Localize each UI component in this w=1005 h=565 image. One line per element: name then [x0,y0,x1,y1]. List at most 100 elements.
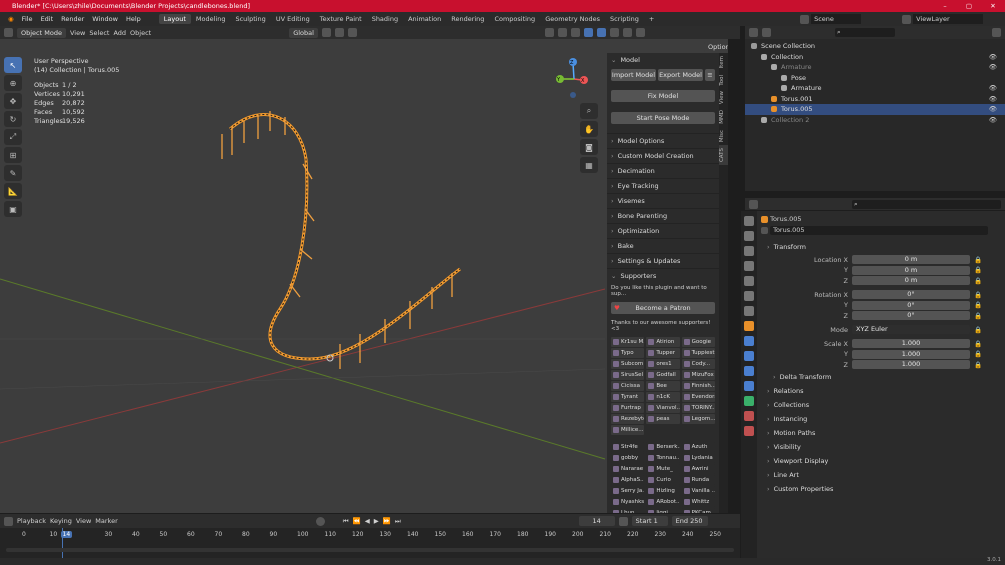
clock-icon[interactable] [618,516,628,526]
supporter-item[interactable]: n1cK [646,392,680,402]
world-tab-icon[interactable] [744,291,754,301]
tab-misc[interactable]: Misc [719,127,728,145]
perspective-toggle-icon[interactable]: ▦ [580,157,598,173]
supporter-item[interactable]: Atirion [646,337,680,347]
visibility-eye-icon[interactable]: 👁 [989,52,997,63]
supporter-item[interactable]: Hizling [646,486,680,496]
property-field[interactable]: 0° [852,311,970,320]
become-patron-button[interactable]: ♥ Become a Patron [611,302,715,314]
timeline-scrollbar[interactable] [6,548,734,552]
jump-start-icon[interactable]: ⏮ [343,517,349,526]
supporter-item[interactable]: Godfall [646,370,680,380]
lock-icon[interactable]: 🔒 [974,266,982,274]
supporter-item[interactable]: AlphaS... [611,475,645,485]
supporter-item[interactable]: ores1 [646,359,680,369]
workspace-tab-animation[interactable]: Animation [403,14,446,24]
scene-selector[interactable]: Scene [800,14,862,24]
supporter-item[interactable]: Lydania [681,453,715,463]
scene-tab-icon[interactable] [744,276,754,286]
xray-icon[interactable] [583,28,593,37]
minimize-button[interactable]: – [933,0,957,12]
outliner-row[interactable]: Scene Collection [745,41,1005,52]
modifier-tab-icon[interactable] [744,336,754,346]
property-field[interactable]: 0° [852,300,970,310]
tool-tab-icon[interactable] [744,216,754,226]
visibility-eye-icon[interactable]: 👁 [989,83,997,94]
outliner-row[interactable]: Collection 2 👁 [745,115,1005,126]
export-model-button[interactable]: Export Model [658,69,703,81]
menu-render[interactable]: Render [57,15,88,23]
lock-icon[interactable]: 🔒 [974,361,982,369]
workspace-tab-sculpting[interactable]: Sculpting [230,14,270,24]
proportional-edit-icon[interactable] [347,28,357,37]
output-tab-icon[interactable] [744,246,754,256]
supporter-item[interactable]: Nararae [611,464,645,474]
rotate-tool-icon[interactable]: ↻ [4,111,22,127]
workspace-tab-geometry-nodes[interactable]: Geometry Nodes [540,14,605,24]
property-section[interactable]: Collections [757,398,1005,412]
outliner-row[interactable]: Pose [745,73,1005,84]
supporter-item[interactable]: Str4fe [611,442,645,452]
supporter-item[interactable]: Nyashks [611,497,645,507]
menu-object[interactable]: Object [130,29,151,37]
lock-icon[interactable]: 🔒 [974,277,982,285]
gizmo-toggle-icon[interactable] [557,28,567,37]
lock-icon[interactable]: 🔒 [974,256,982,264]
lock-icon[interactable]: 🔒 [974,340,982,348]
property-section[interactable]: Relations [757,384,1005,398]
section-decimation[interactable]: Decimation [607,163,719,178]
overlay-toggle-icon[interactable] [570,28,580,37]
section-model-options[interactable]: Model Options [607,133,719,148]
delta-transform-section[interactable]: Delta Transform [757,370,1005,384]
workspace-tab-shading[interactable]: Shading [367,14,403,24]
camera-view-icon[interactable]: ◙ [580,139,598,155]
next-keyframe-icon[interactable]: ⏩ [383,517,391,525]
tab-mmd[interactable]: MMD [719,107,728,127]
lock-icon[interactable]: 🔒 [974,291,982,299]
supporter-item[interactable]: Lhun [611,508,645,513]
transform-section-header[interactable]: Transform [757,240,1005,254]
physics-tab-icon[interactable] [744,366,754,376]
transform-orientation-selector[interactable]: Global [289,27,318,38]
workspace-tab-uv-editing[interactable]: UV Editing [271,14,315,24]
outliner-row[interactable]: Collection 👁 [745,52,1005,63]
section-bake[interactable]: Bake [607,238,719,253]
property-section[interactable]: Viewport Display [757,454,1005,468]
property-section[interactable]: Instancing [757,412,1005,426]
supporter-item[interactable]: Tuppiest [681,348,715,358]
supporter-item[interactable]: Evendora [681,392,715,402]
menu-edit[interactable]: Edit [37,15,58,23]
property-field[interactable]: 0 m [852,276,970,285]
playhead[interactable] [62,528,63,558]
workspace-tab-texture-paint[interactable]: Texture Paint [315,14,367,24]
section-optimization[interactable]: Optimization [607,223,719,238]
menu-keying[interactable]: Keying [50,517,72,525]
properties-editor-icon[interactable] [749,199,758,209]
menu-window[interactable]: Window [88,15,122,23]
supporter-item[interactable]: Tupper [646,348,680,358]
supporter-item[interactable]: Tyrant [611,392,645,402]
supporter-item[interactable]: Kr1su M... [611,337,645,347]
start-frame-field[interactable]: Start 1 [631,516,668,526]
outliner-search-input[interactable]: ⌕ [835,28,895,37]
constraints-tab-icon[interactable] [744,381,754,391]
editor-type-icon[interactable] [4,28,13,37]
texture-tab-icon[interactable] [744,426,754,436]
lock-icon[interactable]: 🔒 [974,312,982,320]
maximize-button[interactable]: ▢ [957,0,981,12]
property-field[interactable]: 0° [852,290,970,299]
pan-hand-icon[interactable]: ✋ [580,121,598,137]
supporter-item[interactable]: gobby [611,453,645,463]
tab-cats[interactable]: CATS [719,145,728,166]
mode-selector[interactable]: Object Mode [17,27,66,38]
supporter-item[interactable]: Berserk... [646,442,680,452]
material-tab-icon[interactable] [744,411,754,421]
menu-view-timeline[interactable]: View [76,517,91,525]
visibility-icon[interactable] [544,28,554,37]
blender-logo-icon[interactable]: ◉ [4,15,18,23]
section-custom-model-creation[interactable]: Custom Model Creation [607,148,719,163]
menu-playback[interactable]: Playback [17,517,46,525]
shading-material-icon[interactable] [622,28,632,37]
render-tab-icon[interactable] [744,231,754,241]
play-icon[interactable]: ▶ [374,517,379,525]
